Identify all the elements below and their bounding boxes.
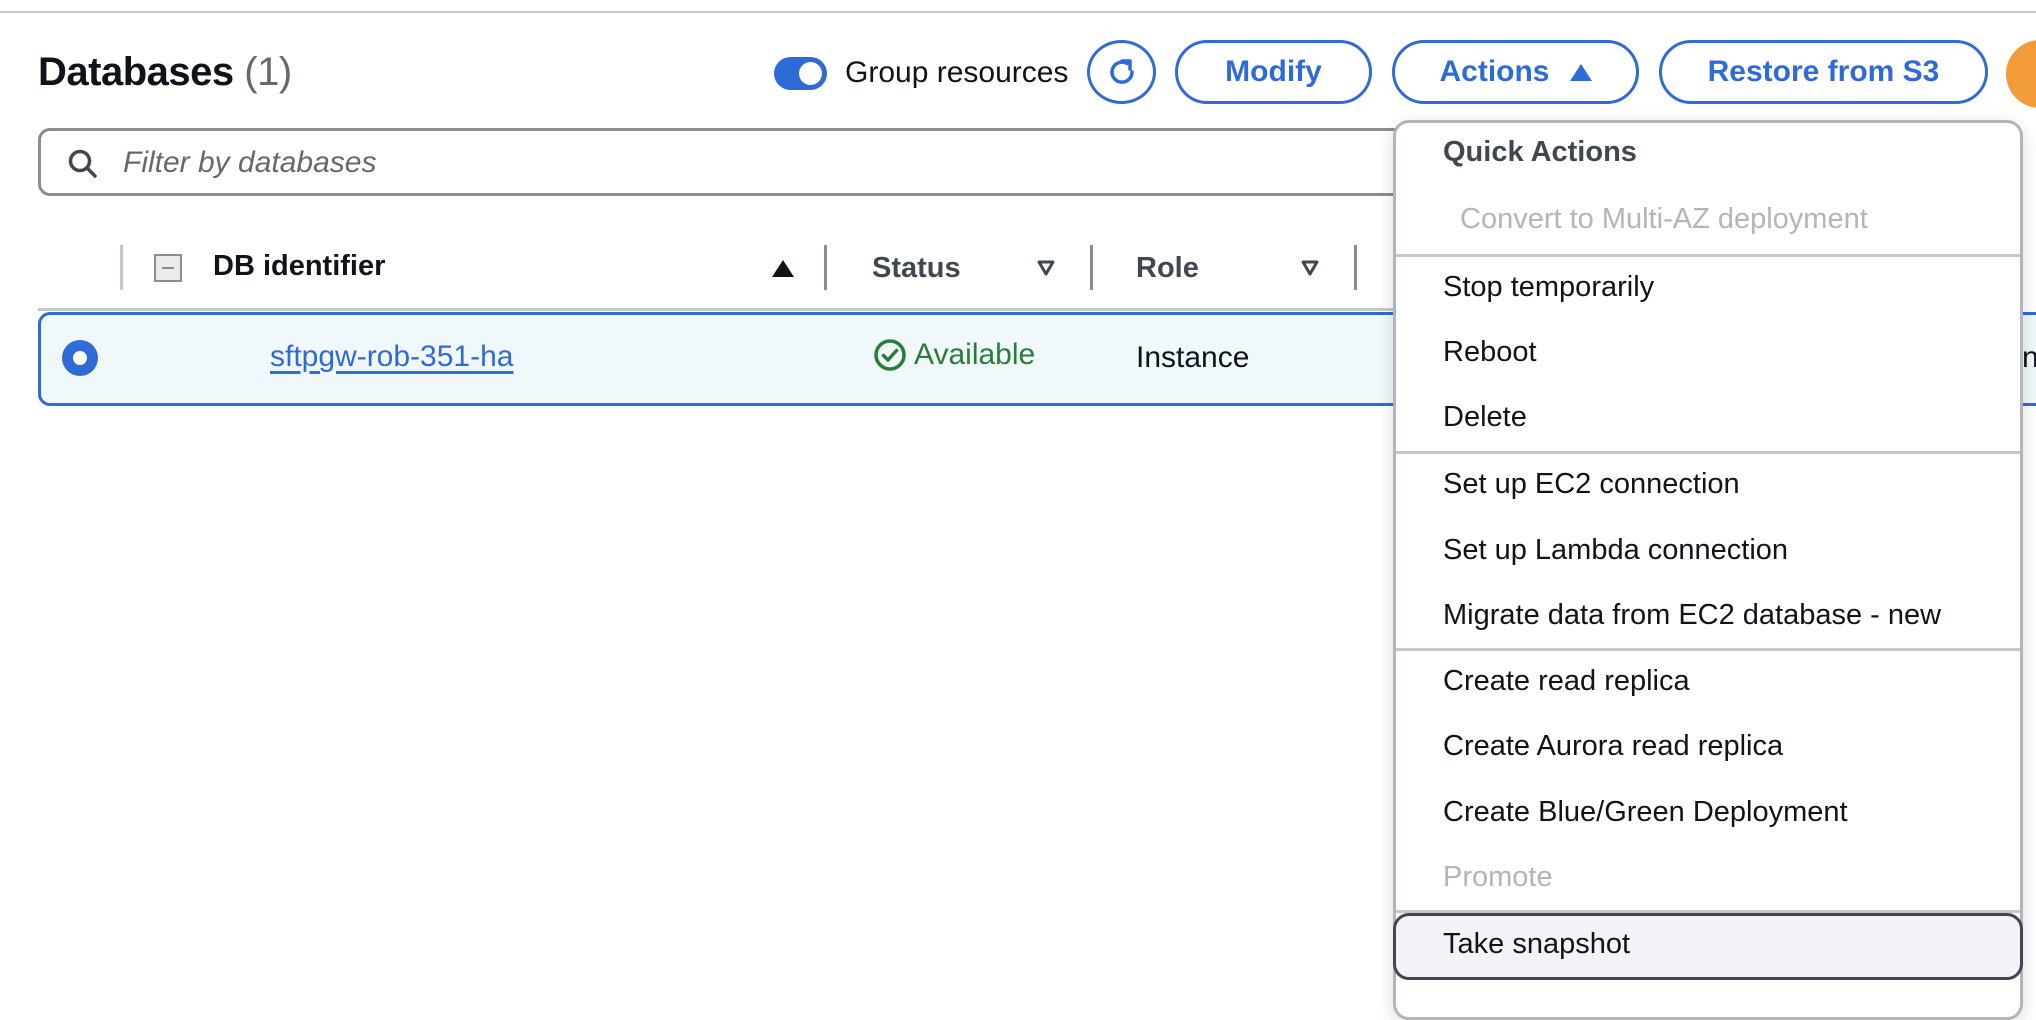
column-resizer[interactable]: [1354, 245, 1357, 290]
menu-item-reboot[interactable]: Reboot: [1443, 336, 1537, 369]
modify-button[interactable]: Modify: [1175, 40, 1372, 104]
role-cell: Instance: [1136, 341, 1250, 374]
status-text: Available: [914, 338, 1036, 371]
search-icon: [68, 149, 97, 178]
modify-label: Modify: [1225, 55, 1322, 88]
select-all-checkbox[interactable]: [154, 254, 182, 282]
column-divider: [120, 245, 123, 290]
filter-box: [38, 128, 1438, 196]
menu-item-take-snapshot[interactable]: Take snapshot: [1443, 928, 1630, 961]
sort-none-icon[interactable]: [1300, 259, 1320, 277]
sort-none-icon[interactable]: [1036, 259, 1056, 277]
menu-item-stop-temporarily[interactable]: Stop temporarily: [1443, 271, 1654, 304]
menu-separator: [1396, 254, 2020, 257]
menu-item-promote: Promote: [1443, 861, 1553, 893]
refresh-icon: [1109, 59, 1134, 84]
menu-item-delete[interactable]: Delete: [1443, 401, 1527, 434]
column-header-role[interactable]: Role: [1136, 252, 1199, 285]
column-resizer[interactable]: [1090, 245, 1093, 290]
actions-label: Actions: [1439, 55, 1550, 88]
header-underline: [38, 308, 1398, 311]
caret-up-icon: [1569, 63, 1592, 81]
filter-input[interactable]: [121, 139, 1325, 187]
column-resizer[interactable]: [824, 245, 827, 290]
column-header-db-identifier[interactable]: DB identifier: [213, 250, 385, 283]
menu-item-convert-multi-az: Convert to Multi-AZ deployment: [1460, 203, 1868, 235]
page-title: Databases (1): [38, 50, 292, 95]
database-count: (1): [244, 50, 292, 94]
column-header-status[interactable]: Status: [872, 252, 961, 285]
menu-item-setup-ec2-connection[interactable]: Set up EC2 connection: [1443, 468, 1740, 501]
db-identifier-link[interactable]: sftpgw-rob-351-ha: [270, 340, 513, 374]
menu-group-header-quick-actions: Quick Actions: [1443, 136, 1637, 168]
menu-item-create-read-replica[interactable]: Create read replica: [1443, 665, 1690, 698]
menu-separator: [1396, 451, 2020, 454]
menu-item-migrate-data[interactable]: Migrate data from EC2 database - new: [1443, 599, 1941, 632]
group-resources-toggle[interactable]: [774, 57, 827, 90]
refresh-button[interactable]: [1087, 40, 1156, 104]
group-resources-label: Group resources: [845, 56, 1069, 89]
check-circle-icon: [874, 339, 906, 371]
actions-button[interactable]: Actions: [1392, 40, 1639, 104]
sort-ascending-icon[interactable]: [772, 260, 794, 277]
menu-item-setup-lambda-connection[interactable]: Set up Lambda connection: [1443, 534, 1788, 567]
top-divider: [0, 11, 2036, 13]
actions-menu: Quick Actions Convert to Multi-AZ deploy…: [1393, 120, 2023, 1020]
menu-separator: [1396, 648, 2020, 651]
create-database-button[interactable]: [2006, 40, 2036, 108]
clipped-cell: n: [2022, 341, 2036, 374]
restore-label: Restore from S3: [1707, 55, 1940, 88]
status-badge: Available: [873, 338, 1035, 372]
row-select-radio[interactable]: [62, 340, 98, 376]
menu-item-create-blue-green[interactable]: Create Blue/Green Deployment: [1443, 796, 1848, 829]
toggle-knob: [799, 62, 822, 85]
menu-item-create-aurora-read-replica[interactable]: Create Aurora read replica: [1443, 730, 1783, 763]
page-title-text: Databases: [38, 50, 234, 94]
restore-from-s3-button[interactable]: Restore from S3: [1659, 40, 1988, 104]
